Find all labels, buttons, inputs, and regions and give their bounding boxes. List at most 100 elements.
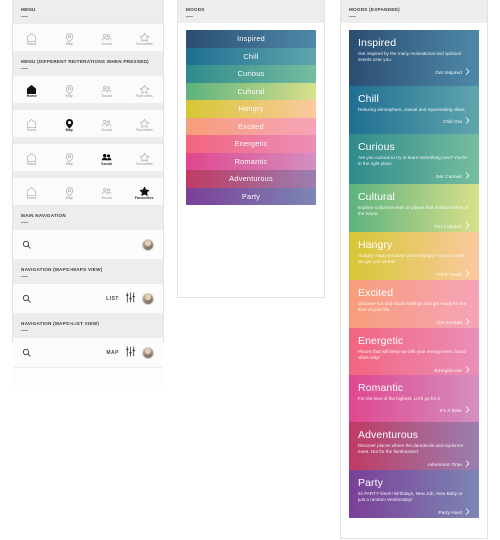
mood-row-romantic[interactable]: Romantic — [186, 152, 316, 170]
mood-card-cta[interactable]: Party Hard — [358, 508, 470, 517]
top-bar-main — [13, 229, 163, 260]
nav-item-home[interactable]: Home — [13, 116, 51, 132]
mood-card-cta[interactable]: Get Cultured — [358, 222, 470, 231]
mood-card-curious[interactable]: Curious Are you curious to try or learn s… — [349, 134, 479, 184]
nav-item-favourites[interactable]: Favourites — [126, 82, 164, 98]
nav-item-map[interactable]: Map — [51, 184, 89, 200]
filter-sliders-icon[interactable] — [125, 344, 136, 362]
star-icon — [139, 184, 150, 196]
nav-item-home[interactable]: Home — [13, 150, 51, 166]
section-rule — [21, 222, 28, 223]
mood-label: Energetic — [234, 139, 268, 149]
menu-bar-home-active[interactable]: Home Map Social Favourites — [13, 75, 163, 104]
nav-item-home[interactable]: Home — [13, 184, 51, 200]
mood-card-title: Excited — [358, 287, 394, 299]
nav-item-label: Home — [26, 195, 37, 200]
mood-label: Hangry — [238, 104, 264, 114]
mood-card-cta[interactable]: Energize me — [358, 366, 470, 375]
mood-card-adventurous[interactable]: Adventurous Discover places where the dar… — [349, 422, 479, 470]
filter-sliders-icon[interactable] — [125, 290, 136, 308]
nav-item-label: Home — [26, 93, 37, 98]
search-icon[interactable] — [22, 344, 31, 362]
menu-bar-favourites-active[interactable]: Home Map Social Favourites — [13, 177, 163, 206]
nav-item-home[interactable]: Home — [13, 82, 51, 98]
nav-item-social[interactable]: Social — [88, 30, 126, 46]
mood-card-cta[interactable]: Get Inspired — [358, 68, 470, 77]
mood-card-hangry[interactable]: Hangry Hungry. Angry because you're hungr… — [349, 232, 479, 280]
nav-item-favourites[interactable]: Favourites — [126, 150, 164, 166]
mood-row-cultural[interactable]: Cultural — [186, 82, 316, 100]
search-icon[interactable] — [22, 236, 31, 254]
nav-item-favourites[interactable]: Favourites — [126, 116, 164, 132]
mood-row-adventurous[interactable]: Adventurous — [186, 170, 316, 188]
nav-item-social[interactable]: Social — [88, 116, 126, 132]
mood-card-cta[interactable]: Get Curious — [358, 172, 470, 181]
map-pin-icon — [64, 116, 75, 129]
mood-card-cta-label: Chill Out — [443, 119, 462, 125]
avatar[interactable] — [142, 346, 154, 359]
chevron-right-icon — [465, 406, 470, 415]
mood-label: Inspired — [237, 34, 265, 44]
mood-card-inspired[interactable]: Inspired Get inspired by the many motivat… — [349, 30, 479, 86]
section-title: NAVIGATION (MAPS>List View) — [21, 321, 100, 326]
nav-item-label: Map — [65, 41, 73, 46]
section-header-menu: MENU — [13, 0, 163, 23]
menu-bar-map-active[interactable]: Home Map Social Favourites — [13, 109, 163, 138]
mood-card-cta[interactable]: It's A Date — [358, 406, 470, 415]
mood-card-description: Discover fun and social settings and get… — [358, 301, 467, 313]
mood-label: Cultural — [237, 86, 265, 96]
mood-row-energetic[interactable]: Energetic — [186, 135, 316, 153]
mood-card-cta[interactable]: Feed Yoself — [358, 270, 470, 279]
nav-item-label: Social — [101, 93, 112, 98]
menu-bar-default[interactable]: Home Map Social Favourites — [13, 23, 163, 52]
home-icon — [26, 184, 37, 196]
mood-card-cta-label: Get Inspired — [435, 69, 462, 75]
mood-card-cta[interactable]: Get Excited — [358, 318, 470, 327]
top-bar-list-view: MAP — [13, 337, 163, 368]
mood-card-title: Curious — [358, 141, 395, 153]
nav-item-label: Home — [26, 127, 37, 132]
nav-item-map[interactable]: Map — [51, 150, 89, 166]
avatar[interactable] — [142, 238, 154, 251]
avatar[interactable] — [142, 292, 154, 305]
mood-card-romantic[interactable]: Romantic For the love of the highest. Let… — [349, 375, 479, 422]
mood-card-excited[interactable]: Excited Discover fun and social settings … — [349, 280, 479, 328]
nav-item-social[interactable]: Social — [88, 82, 126, 98]
mood-card-cta[interactable]: Adventure Time — [358, 460, 470, 469]
mood-row-chill[interactable]: Chill — [186, 47, 316, 65]
nav-item-map[interactable]: Map — [51, 30, 89, 46]
mood-card-cultural[interactable]: Cultural Explore cultural events or place… — [349, 184, 479, 232]
nav-item-social[interactable]: Social — [88, 184, 126, 200]
moods-expanded-panel: MOODS (EXPANDED) Inspired Get inspired by… — [340, 0, 488, 539]
view-toggle-map[interactable]: MAP — [106, 350, 119, 356]
nav-item-favourites[interactable]: Favourites — [126, 184, 164, 200]
mood-card-chill[interactable]: Chill Relaxing atmosphere, casual and rej… — [349, 86, 479, 134]
nav-item-map[interactable]: Map — [51, 116, 89, 132]
mood-row-hangry[interactable]: Hangry — [186, 100, 316, 118]
search-icon[interactable] — [22, 290, 31, 308]
nav-item-map[interactable]: Map — [51, 82, 89, 98]
view-toggle-list[interactable]: LIST — [106, 296, 119, 302]
nav-item-favourites[interactable]: Favourites — [126, 30, 164, 46]
star-icon — [139, 82, 150, 94]
mood-card-description: Are you curious to try or learn somethin… — [358, 155, 467, 167]
menu-bar-social-active[interactable]: Home Map Social Favourites — [13, 143, 163, 172]
section-rule — [349, 16, 356, 17]
section-title: MENU — [21, 7, 36, 12]
mood-card-party[interactable]: Party Its PARTY time!!! Birthdays, New Jo… — [349, 470, 479, 518]
chevron-right-icon — [465, 68, 470, 77]
mood-card-energetic[interactable]: Energetic Places that will keep up with y… — [349, 328, 479, 375]
mood-card-cta[interactable]: Chill Out — [358, 117, 470, 126]
star-icon — [139, 30, 150, 42]
mood-card-description: Relaxing atmosphere, casual and rejuvena… — [358, 107, 466, 112]
nav-item-home[interactable]: Home — [13, 30, 51, 46]
mood-card-description: Discover places where the daredevils and… — [358, 443, 464, 455]
mood-row-inspired[interactable]: Inspired — [186, 30, 316, 48]
mood-card-description: Explore cultural events or places that e… — [358, 205, 469, 217]
mood-label: Excited — [238, 121, 264, 131]
mood-row-curious[interactable]: Curious — [186, 65, 316, 83]
mood-row-party[interactable]: Party — [186, 187, 316, 205]
mood-card-description: Its PARTY time!!! Birthdays, New Job, Ne… — [358, 491, 463, 503]
mood-row-excited[interactable]: Excited — [186, 117, 316, 135]
nav-item-social[interactable]: Social — [88, 150, 126, 166]
